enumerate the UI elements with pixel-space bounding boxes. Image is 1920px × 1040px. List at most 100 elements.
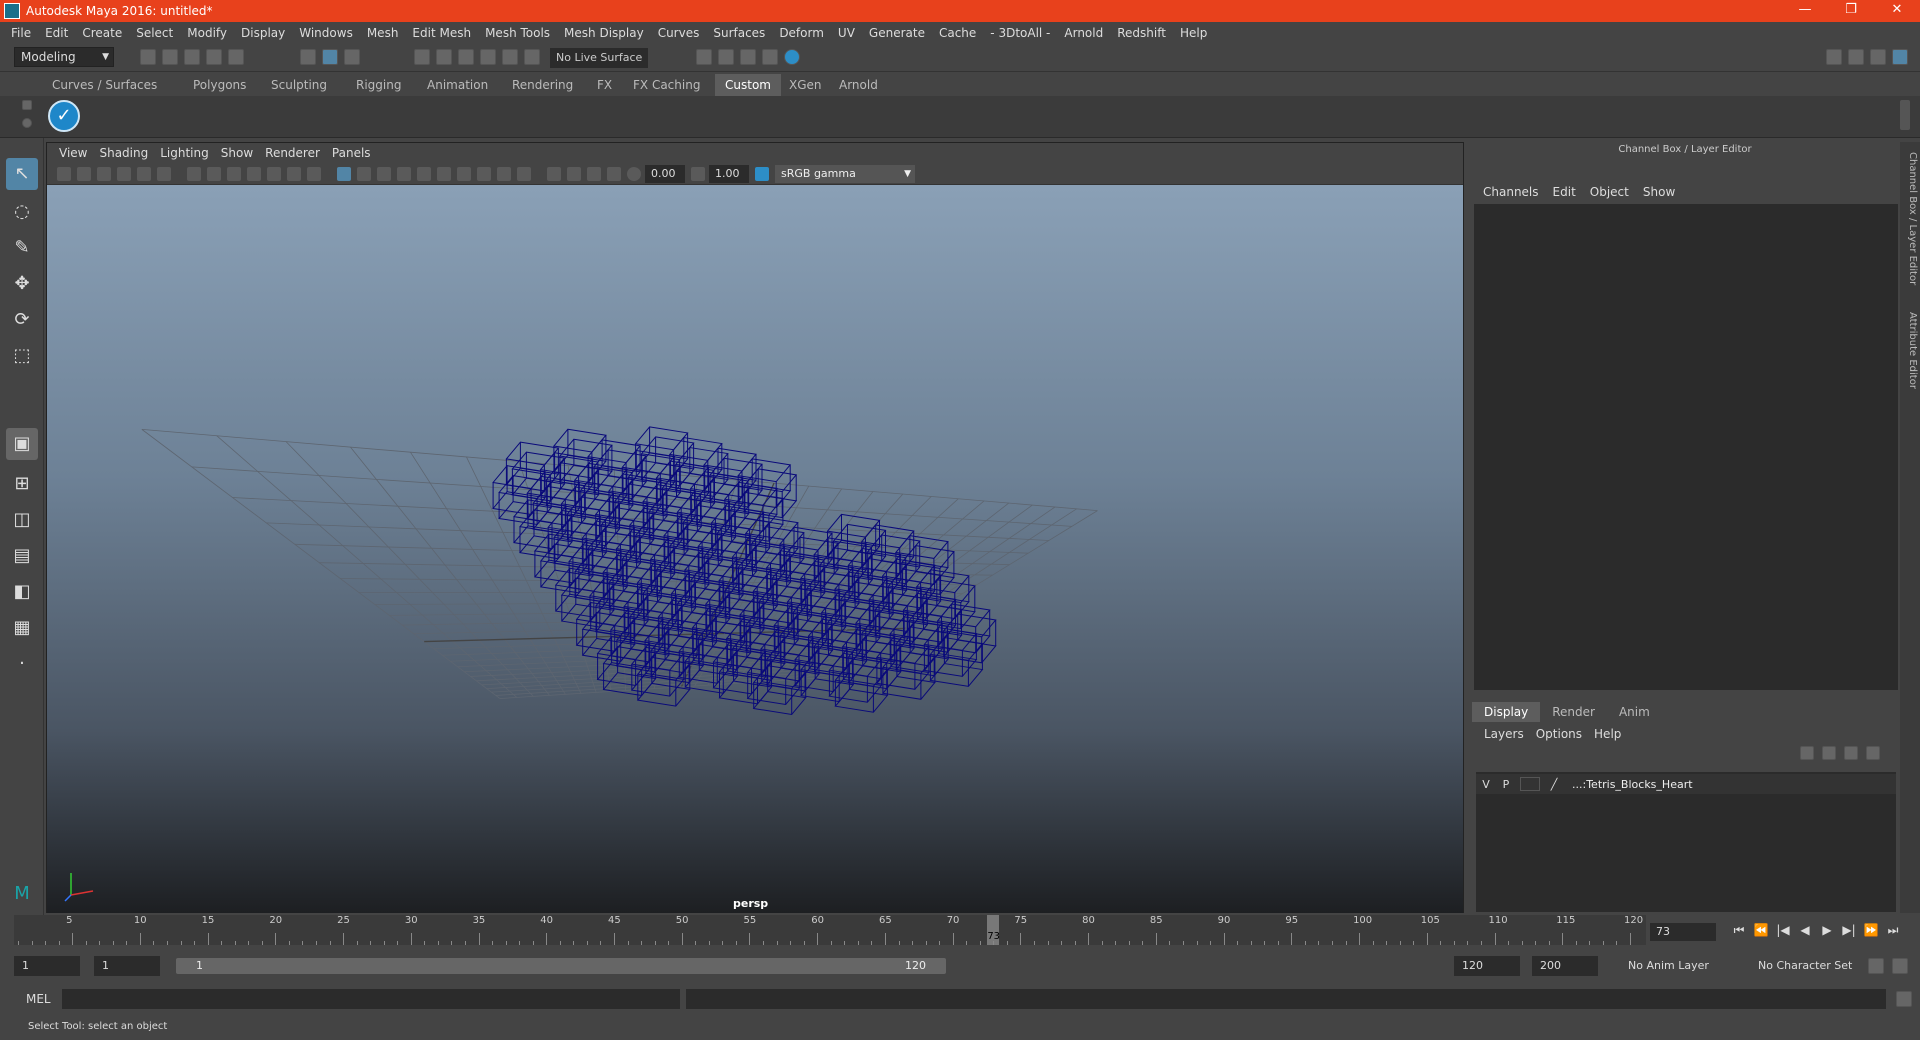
lasso-tool-icon[interactable]: ◌ [6, 196, 38, 228]
exposure-icon[interactable] [627, 167, 641, 181]
layer-visibility-toggle[interactable]: V [1476, 778, 1496, 791]
resolution-gate-icon[interactable] [227, 167, 241, 181]
snap-to-grid-icon[interactable] [414, 49, 430, 65]
undo-icon[interactable] [206, 49, 222, 65]
snap-to-point-icon[interactable] [458, 49, 474, 65]
layer-tab-anim[interactable]: Anim [1607, 702, 1662, 722]
menu-windows[interactable]: Windows [292, 26, 360, 40]
make-live-icon[interactable] [502, 49, 518, 65]
menu-create[interactable]: Create [75, 26, 129, 40]
command-input[interactable] [62, 989, 680, 1009]
select-by-component-icon[interactable] [344, 49, 360, 65]
menu-arnold[interactable]: Arnold [1057, 26, 1110, 40]
tetris-heart-model[interactable] [47, 185, 1463, 913]
close-button[interactable]: ✕ [1874, 0, 1920, 22]
snap-to-view-plane-icon[interactable] [480, 49, 496, 65]
wireframe-on-shaded-icon[interactable] [377, 167, 391, 181]
animation-preferences-icon[interactable] [1892, 958, 1908, 974]
viewport-menu-lighting[interactable]: Lighting [154, 146, 215, 160]
hypershade-layout-icon[interactable]: ◧ [6, 576, 38, 608]
step-back-key-icon[interactable]: ⏪ [1750, 923, 1772, 938]
image-plane-icon[interactable] [117, 167, 131, 181]
channel-box-side-tab[interactable]: Channel Box / Layer Editor [1902, 152, 1918, 285]
node-editor-layout-icon[interactable]: ▦ [6, 612, 38, 644]
safe-action-icon[interactable] [287, 167, 301, 181]
viewport-menu-panels[interactable]: Panels [326, 146, 377, 160]
layer-edit-icon[interactable]: ╱ [1544, 778, 1564, 791]
field-chart-icon[interactable] [267, 167, 281, 181]
shelf-tab-sculpting[interactable]: Sculpting [261, 74, 337, 96]
character-set-select[interactable]: No Character Set [1750, 956, 1870, 976]
channel-menu-show[interactable]: Show [1636, 185, 1682, 199]
layout-collapse-icon[interactable]: · [6, 648, 38, 680]
layer-name[interactable]: ...:Tetris_Blocks_Heart [1572, 778, 1693, 791]
four-view-layout-icon[interactable]: ⊞ [6, 468, 38, 500]
tool-settings-toggle-icon[interactable] [1870, 49, 1886, 65]
menu-curves[interactable]: Curves [651, 26, 707, 40]
film-gate-icon[interactable] [207, 167, 221, 181]
select-by-object-icon[interactable] [322, 49, 338, 65]
menu-surfaces[interactable]: Surfaces [706, 26, 772, 40]
paint-select-tool-icon[interactable]: ✎ [6, 232, 38, 264]
render-view-icon[interactable] [696, 49, 712, 65]
restore-button[interactable]: ❐ [1828, 0, 1874, 22]
attribute-editor-side-tab[interactable]: Attribute Editor [1902, 312, 1918, 389]
go-to-start-icon[interactable]: ⏮ [1728, 923, 1750, 938]
shelf-tab-rendering[interactable]: Rendering [502, 74, 583, 96]
layer-tab-display[interactable]: Display [1472, 702, 1541, 722]
move-layer-down-icon[interactable] [1822, 746, 1836, 760]
playback-start-field[interactable]: 1 [94, 956, 160, 976]
render-settings-icon[interactable] [762, 49, 778, 65]
start-time-field[interactable]: 1 [14, 956, 80, 976]
single-perspective-layout-icon[interactable]: ▣ [6, 428, 38, 460]
persp-graph-layout-icon[interactable]: ▤ [6, 540, 38, 572]
layer-menu-options[interactable]: Options [1530, 727, 1588, 741]
gate-mask-icon[interactable] [247, 167, 261, 181]
channel-menu-object[interactable]: Object [1583, 185, 1636, 199]
new-layer-icon[interactable] [1844, 746, 1858, 760]
live-surface-field[interactable]: No Live Surface [550, 48, 648, 68]
menu-mesh-tools[interactable]: Mesh Tools [478, 26, 557, 40]
shelf-settings-icon[interactable] [22, 118, 32, 128]
shelf-tab-curves-surfaces[interactable]: Curves / Surfaces [42, 74, 167, 96]
xray-joints-icon[interactable] [587, 167, 601, 181]
2d-pan-zoom-icon[interactable] [137, 167, 151, 181]
ipr-render-icon[interactable] [740, 49, 756, 65]
camera-attributes-icon[interactable] [77, 167, 91, 181]
shelf-tab-custom[interactable]: Custom [715, 74, 781, 96]
layer-color-swatch[interactable] [1520, 777, 1540, 791]
minimize-button[interactable]: — [1782, 0, 1828, 22]
viewport-menu-shading[interactable]: Shading [93, 146, 154, 160]
scale-tool-icon[interactable]: ⬚ [6, 340, 38, 372]
menu-select[interactable]: Select [129, 26, 180, 40]
isolate-select-icon[interactable] [547, 167, 561, 181]
persp-outliner-layout-icon[interactable]: ◫ [6, 504, 38, 536]
3d-viewport[interactable]: persp [47, 185, 1463, 913]
use-all-lights-icon[interactable] [417, 167, 431, 181]
redo-icon[interactable] [228, 49, 244, 65]
snap-to-curve-icon[interactable] [436, 49, 452, 65]
shelf-menu-icon[interactable] [22, 100, 32, 110]
grid-toggle-icon[interactable] [187, 167, 201, 181]
menu-deform[interactable]: Deform [772, 26, 831, 40]
depth-of-field-icon[interactable] [517, 167, 531, 181]
channel-box-area[interactable] [1474, 204, 1898, 690]
viewport-menu-view[interactable]: View [53, 146, 93, 160]
layer-row[interactable]: V P ╱ ...:Tetris_Blocks_Heart [1476, 774, 1896, 794]
step-back-frame-icon[interactable]: |◀ [1772, 923, 1794, 938]
bookmark-icon[interactable] [97, 167, 111, 181]
menu-set-select[interactable]: Modeling ▼ [14, 47, 114, 67]
menu-display[interactable]: Display [234, 26, 292, 40]
channel-menu-edit[interactable]: Edit [1546, 185, 1583, 199]
xray-icon[interactable] [567, 167, 581, 181]
script-language-label[interactable]: MEL [26, 989, 51, 1009]
rotate-tool-icon[interactable]: ⟳ [6, 304, 38, 336]
textured-icon[interactable] [397, 167, 411, 181]
current-frame-field[interactable]: 73 [1650, 923, 1716, 941]
menu-mesh[interactable]: Mesh [360, 26, 406, 40]
menu-help[interactable]: Help [1173, 26, 1214, 40]
menu-3dtoall[interactable]: - 3DtoAll - [983, 26, 1057, 40]
step-forward-key-icon[interactable]: ⏩ [1860, 923, 1882, 938]
layer-playback-toggle[interactable]: P [1496, 778, 1516, 791]
play-backward-icon[interactable]: ◀ [1794, 923, 1816, 938]
